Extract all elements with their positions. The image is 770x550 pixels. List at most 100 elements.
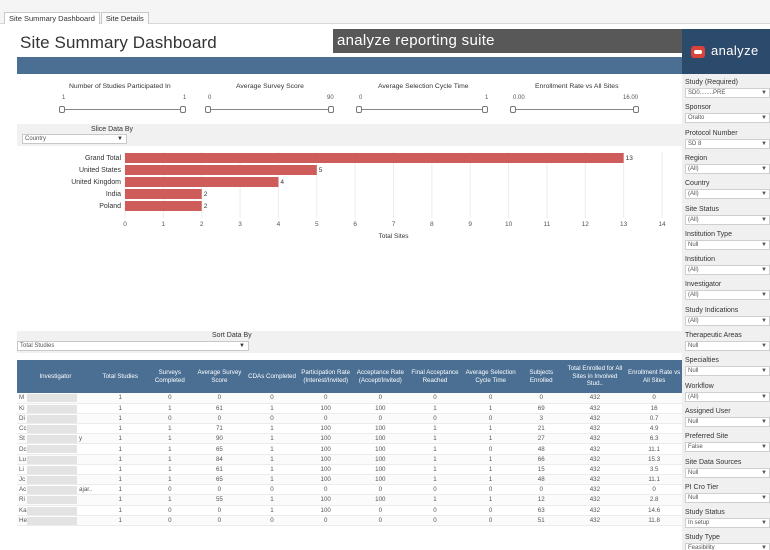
slice-data-dropdown[interactable]: Country ▼ — [22, 134, 127, 144]
slider-handle-min[interactable] — [205, 106, 211, 113]
filter-dropdown[interactable]: In setup ▼ — [685, 518, 770, 529]
filter-dropdown[interactable]: (All) ▼ — [685, 265, 770, 276]
column-header[interactable]: Participation Rate (Interest/Invited) — [298, 360, 353, 393]
redacted-block — [27, 435, 77, 443]
slider-handle-min[interactable] — [510, 106, 516, 113]
bar[interactable] — [125, 177, 279, 187]
slider-handle-max[interactable] — [328, 106, 334, 113]
bar[interactable] — [125, 189, 202, 199]
sort-data-dropdown[interactable]: Total Studies ▼ — [17, 341, 249, 351]
table-row[interactable]: Cc 1 1 71 1 100 100 1 1 21 432 4.9 — [17, 423, 682, 435]
investigator-cell: He — [17, 515, 94, 526]
table-row[interactable]: Lu 1 1 84 1 100 100 1 1 66 432 15.3 — [17, 454, 682, 465]
category-label: India — [106, 191, 121, 198]
table-cell: 0 — [193, 393, 246, 404]
investigator-name-end: ajar.. — [79, 486, 93, 494]
column-header[interactable]: Acceptance Rate (Accept/Invited) — [353, 360, 408, 393]
filter-value: False — [688, 444, 703, 451]
column-header[interactable]: Subjects Enrolled — [518, 360, 564, 393]
column-header[interactable]: Investigator — [17, 360, 94, 393]
table-cell: 55 — [193, 494, 246, 506]
table-cell: 0 — [245, 393, 299, 404]
column-header[interactable]: Surveys Completed — [146, 360, 194, 393]
filter-dropdown[interactable]: Null ▼ — [685, 467, 770, 478]
filter-dropdown[interactable]: Null ▼ — [685, 416, 770, 427]
filter-dropdown[interactable]: (All) ▼ — [685, 290, 770, 301]
slider-track[interactable] — [208, 109, 334, 110]
bar[interactable] — [125, 165, 317, 175]
bar[interactable] — [125, 153, 624, 163]
table-row[interactable]: St y 1 1 90 1 100 100 1 1 27 432 6.3 — [17, 433, 682, 445]
table-row[interactable]: Li 1 1 61 1 100 100 1 1 15 432 3.5 — [17, 464, 682, 476]
table-cell: 1 — [245, 423, 299, 435]
table-cell: 0 — [407, 484, 463, 496]
slider-track[interactable] — [513, 109, 639, 110]
investigator-cell: Jc — [17, 474, 94, 486]
column-header[interactable]: Total Studies — [93, 360, 147, 393]
filter-dropdown[interactable]: SD0........PRE ▼ — [685, 88, 770, 98]
investigator-name-start: He — [19, 516, 27, 524]
slider-handle-max[interactable] — [633, 106, 639, 113]
table-row[interactable]: Ki 1 1 61 1 100 100 1 1 69 432 16 — [17, 403, 682, 414]
table-cell: 100 — [298, 505, 353, 516]
column-header[interactable]: CDAs Completed — [245, 360, 299, 393]
filter-dropdown[interactable]: Null ▼ — [685, 366, 770, 377]
filter-label: Site Data Sources — [685, 458, 742, 466]
data-label: 5 — [319, 167, 323, 174]
table-row[interactable]: Ri 1 1 55 1 100 100 1 1 12 432 2.8 — [17, 494, 682, 506]
filter-dropdown[interactable]: Null ▼ — [685, 341, 770, 351]
slider-handle-max[interactable] — [482, 106, 488, 113]
slider-handle-min[interactable] — [356, 106, 362, 113]
filter-dropdown[interactable]: Feasibility ▼ — [685, 543, 770, 550]
column-header[interactable]: Average Selection Cycle Time — [462, 360, 519, 393]
filter-dropdown[interactable]: Null ▼ — [685, 492, 770, 503]
filter-dropdown[interactable]: (All) ▼ — [685, 391, 770, 402]
filter-dropdown[interactable]: (All) ▼ — [685, 163, 770, 174]
filter-dropdown[interactable]: False ▼ — [685, 442, 770, 453]
category-label: Poland — [99, 203, 121, 210]
filter-dropdown[interactable]: (All) ▼ — [685, 189, 770, 200]
table-row[interactable]: He 1 0 0 0 0 0 0 0 51 432 11.8 — [17, 515, 682, 526]
filter-value: Null — [688, 241, 699, 248]
slider-min: 0.00 — [513, 95, 525, 101]
filter-dropdown[interactable]: Oralto ▼ — [685, 113, 770, 124]
slider-track[interactable] — [62, 109, 186, 110]
redacted-block — [27, 404, 77, 413]
table-row[interactable]: M 1 0 0 0 0 0 0 0 0 432 0 — [17, 393, 682, 404]
slider-max: 90 — [327, 95, 334, 101]
table-cell: 432 — [563, 403, 627, 414]
tab-site-summary[interactable]: Site Summary Dashboard — [4, 12, 100, 24]
table-row[interactable]: Jc 1 1 65 1 100 100 1 1 48 432 11.1 — [17, 474, 682, 486]
table-cell: 1 — [93, 454, 147, 465]
table-cell: 100 — [298, 433, 353, 445]
table-cell: 432 — [563, 474, 627, 486]
table-cell: 63 — [518, 505, 564, 516]
column-header[interactable]: Total Enrolled for All Sites in Involved… — [563, 360, 627, 393]
slider-track[interactable] — [359, 109, 488, 110]
filter-dropdown[interactable]: (All) ▼ — [685, 214, 770, 225]
investigator-cell: Ki — [17, 403, 94, 414]
table-cell: 90 — [193, 433, 246, 445]
table-row[interactable]: Di 1 0 0 0 0 0 0 0 3 432 0.7 — [17, 413, 682, 425]
bar[interactable] — [125, 201, 202, 211]
filter-dropdown[interactable]: Null ▼ — [685, 239, 770, 250]
investigator-cell: Ac ajar.. — [17, 484, 94, 496]
column-header[interactable]: Enrollment Rate vs All Sites — [626, 360, 682, 393]
tab-site-details[interactable]: Site Details — [100, 12, 149, 24]
column-header[interactable]: Average Survey Score — [193, 360, 246, 393]
slider-handle-min[interactable] — [59, 106, 65, 113]
table-cell: 1 — [462, 433, 519, 445]
column-header[interactable]: Final Acceptance Reached — [407, 360, 463, 393]
slider-handle-max[interactable] — [180, 106, 186, 113]
table-row[interactable]: Ac ajar.. 1 0 0 0 0 0 0 0 0 432 0 — [17, 484, 682, 496]
filter-dropdown[interactable]: (All) ▼ — [685, 315, 770, 326]
slider-enrollment-rate: Enrollment Rate vs All Sites 0.00 16.00 — [509, 80, 649, 120]
table-cell: 0 — [298, 484, 353, 496]
table-cell: 1 — [407, 474, 463, 486]
tab-bar: Site Summary Dashboard Site Details — [0, 0, 770, 24]
table-row[interactable]: Ka 1 0 0 1 100 0 0 0 63 432 14.6 — [17, 505, 682, 516]
filter-dropdown[interactable]: SD 8 ▼ — [685, 138, 770, 149]
table-row[interactable]: Dc 1 1 65 1 100 100 1 0 48 432 11.1 — [17, 443, 682, 455]
caret-down-icon: ▼ — [761, 165, 767, 172]
filter-group: Site Data Sources Null ▼ — [685, 458, 770, 478]
